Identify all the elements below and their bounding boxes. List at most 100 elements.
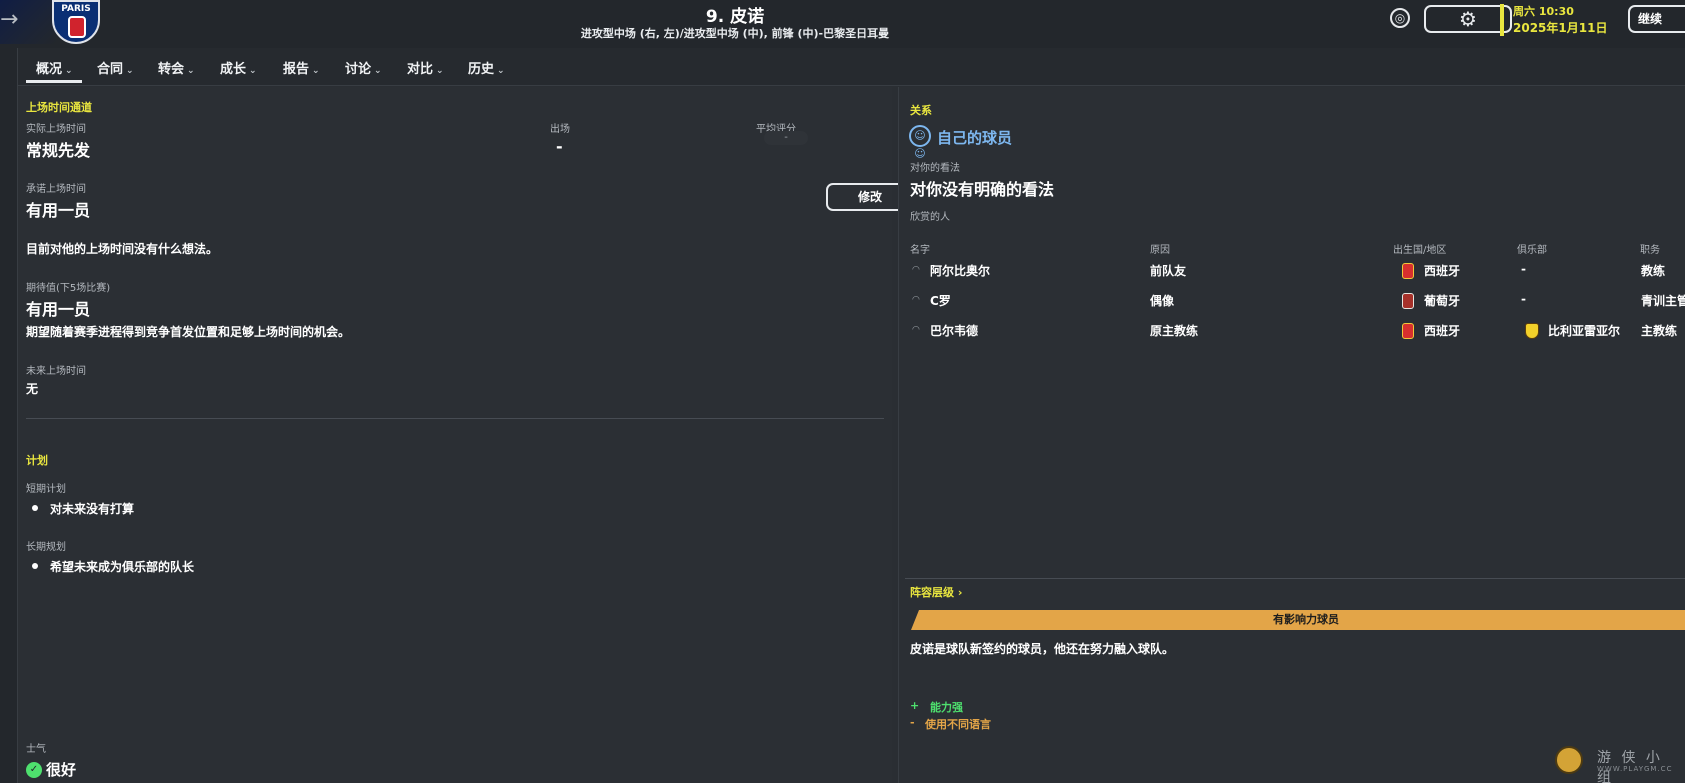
tab-bar: 概况⌄ 合同⌄ 转会⌄ 成长⌄ 报告⌄ 讨论⌄ 对比⌄ 历史⌄ ▮ [18,48,1685,86]
chevron-down-icon: ⌄ [187,66,195,76]
tab-label: 成长 [220,62,247,77]
tab-label: 概况 [36,62,63,77]
admired-label: 欣赏的人 [910,212,950,223]
expectation-value: 有用一员 [26,300,91,319]
tab-label: 讨论 [345,62,372,77]
portugal-flag-icon [1402,293,1414,309]
squad-hierarchy-link[interactable]: 阵容层级 › [910,584,962,600]
admired-country[interactable]: 西班牙 [1424,322,1460,339]
tab-label: 转会 [158,62,185,77]
chevron-down-icon: ⌄ [497,66,505,76]
admired-reason: 原主教练 [1150,324,1199,338]
chevron-down-icon: ⌄ [374,66,382,76]
hierarchy-description: 皮诺是球队新签约的球员，他还在努力融入球队。 [910,642,1175,656]
tab-history[interactable]: 历史 ⌄ [468,58,505,77]
continue-button[interactable]: 继续 [1628,5,1685,33]
admired-club: - [1521,262,1526,276]
admired-reason: 偶像 [1150,294,1175,308]
chevron-down-icon: ⌄ [65,66,73,76]
bullet-icon [32,505,38,511]
tab-contract[interactable]: 合同 ⌄ [97,58,134,77]
admired-country[interactable]: 西班牙 [1424,262,1460,279]
watermark-logo-icon [1555,746,1583,774]
crest-emblem [68,16,86,38]
globe-icon[interactable]: ◎ [1390,8,1410,28]
tab-transfer[interactable]: 转会 ⌄ [158,58,195,77]
chevron-down-icon: ⌄ [312,66,320,76]
positive-trait: 能力强 [930,701,963,714]
tab-label: 对比 [407,62,434,77]
short-plan-item: 对未来没有打算 [50,502,135,516]
left-rail [0,48,18,783]
player-title: 9. 皮诺 [705,7,765,27]
column-header-name[interactable]: 名字 [910,241,930,256]
playing-time-panel: 上场时间通道 实际上场时间 常规先发 出场 - 平均评分 - 承诺上场时间 有用… [18,87,914,783]
active-tab-indicator [26,80,82,83]
admired-role: 教练 [1641,264,1666,278]
tab-label: 历史 [468,62,495,77]
person-icon: ◠ [912,265,920,275]
admired-name[interactable]: 阿尔比奥尔 [930,262,990,279]
column-header-club[interactable]: 俱乐部 [1517,241,1547,256]
date-stripe [1500,4,1504,36]
club-badge-icon [1525,323,1539,339]
date-date: 2025年1月11日 [1513,21,1608,35]
chevron-down-icon: ⌄ [436,66,444,76]
club-crest-icon[interactable]: PARIS [52,0,100,44]
section-divider [905,578,1685,579]
actual-playtime-value: 常规先发 [26,141,91,160]
short-plan-label: 短期计划 [26,484,66,495]
appearances-label: 出场 [550,124,570,135]
expectation-label: 期待值(下5场比赛) [26,283,111,294]
hierarchy-banner: 有影响力球员 [911,610,1685,630]
current-thought: 目前对他的上场时间没有什么想法。 [26,242,219,256]
spain-flag-icon [1402,263,1414,279]
morale-check-icon: ✓ [26,762,42,778]
admired-name[interactable]: 巴尔韦德 [930,322,978,339]
appearances-value: - [556,137,563,156]
back-arrow-icon[interactable]: → [0,6,22,34]
date-time: 周六 10:30 [1513,5,1574,18]
tab-discussion[interactable]: 讨论 ⌄ [345,58,382,77]
future-playtime-value: 无 [26,382,39,396]
admired-country[interactable]: 葡萄牙 [1424,292,1460,309]
future-playtime-label: 未来上场时间 [26,366,86,377]
tab-overview[interactable]: 概况 ⌄ [36,58,73,77]
person-icon: ◠ [912,325,920,335]
admired-name[interactable]: C罗 [930,292,951,309]
opinion-value: 对你没有明确的看法 [910,180,1055,199]
section-divider [26,418,884,419]
actual-playtime-label: 实际上场时间 [26,124,86,135]
person-icon: ◠ [912,295,920,305]
relations-heading: 关系 [910,104,932,117]
own-player-label: 自己的球员 [937,129,1013,147]
expectation-description: 期望随着赛季进程得到竞争首发位置和足够上场时间的机会。 [26,325,351,339]
chevron-down-icon: ⌄ [249,66,257,76]
tab-compare[interactable]: 对比 ⌄ [407,58,444,77]
column-header-reason[interactable]: 原因 [1150,241,1170,256]
negative-trait: 使用不同语言 [925,718,991,731]
admired-club[interactable]: 比利亚雷亚尔 [1548,322,1620,339]
spain-flag-icon [1402,323,1414,339]
column-header-role[interactable]: 职务 [1640,241,1660,256]
bullet-icon [32,563,38,569]
promised-playtime-value: 有用一员 [26,201,91,220]
negative-icon: - [910,716,915,729]
morale-label: 士气 [26,744,46,755]
opinion-label: 对你的看法 [910,163,960,174]
long-plan-item: 希望未来成为俱乐部的队长 [50,560,195,574]
settings-button[interactable]: ⚙ [1424,5,1512,33]
column-header-country[interactable]: 出生国/地区 [1393,241,1446,256]
gear-icon: ⚙ [1459,7,1477,31]
tab-label: 合同 [97,62,124,77]
watermark-url: WWW.PLAYGM.CC [1597,765,1673,773]
promised-playtime-label: 承诺上场时间 [26,184,86,195]
plans-heading: 计划 [26,454,48,467]
relationships-panel: 关系 ☺☺ 自己的球员 对你的看法 对你没有明确的看法 欣赏的人 名字 原因 出… [898,87,1685,783]
chevron-down-icon: ⌄ [126,66,134,76]
positive-icon: + [910,699,920,712]
player-positions: 进攻型中场 (右, 左)/进攻型中场 (中), 前锋 (中)-巴黎圣日耳曼 [580,27,890,40]
avg-rating-value: - [764,131,808,145]
tab-reports[interactable]: 报告 ⌄ [283,58,320,77]
tab-development[interactable]: 成长 ⌄ [220,58,257,77]
